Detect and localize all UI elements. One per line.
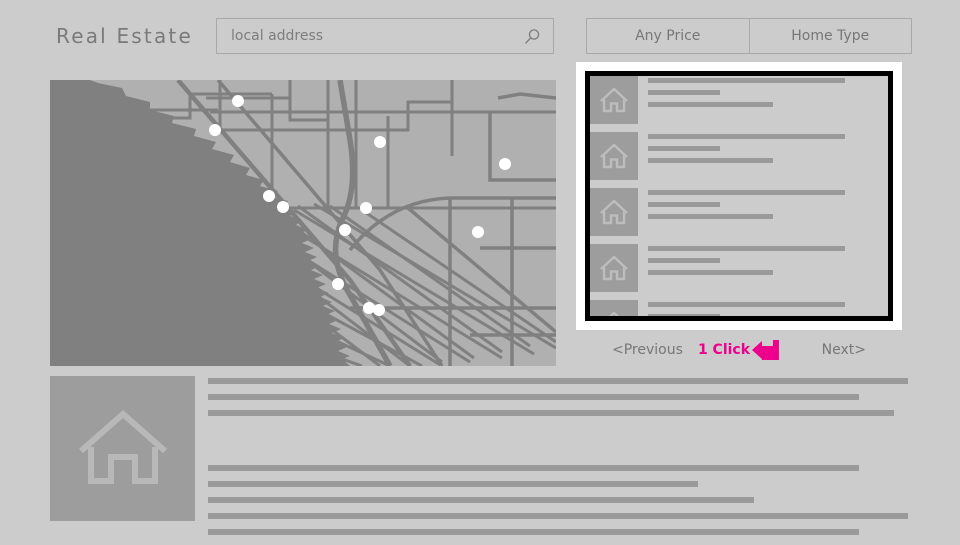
page-title: Real Estate (56, 24, 193, 48)
listing-item[interactable] (590, 188, 888, 244)
detail-text-bar (208, 394, 859, 400)
detail-text-bar (208, 529, 859, 535)
app-root: Real Estate local address Any Price Home… (0, 0, 960, 540)
map-pin (472, 226, 484, 238)
listing-thumbnail (590, 76, 638, 124)
map-pin (363, 302, 375, 314)
listing-text-placeholders (638, 300, 888, 316)
arrow-left-icon (752, 340, 780, 360)
map-view[interactable] (50, 80, 556, 366)
map-pin (277, 201, 289, 213)
listing-text-placeholders (638, 188, 888, 226)
map-pin (360, 202, 372, 214)
listing-text-placeholders (638, 76, 888, 114)
listing-thumbnail (590, 188, 638, 236)
house-icon (600, 199, 628, 225)
listing-item[interactable] (590, 244, 888, 300)
detail-text-placeholders (208, 378, 908, 545)
listing-panel (576, 62, 902, 330)
map-pin (332, 278, 344, 290)
map-pin (339, 224, 351, 236)
map-pin (209, 124, 221, 136)
house-icon (608, 311, 620, 316)
listing-item[interactable] (590, 300, 888, 316)
listing-text-bar (648, 158, 773, 163)
search-placeholder-text: local address (231, 28, 324, 44)
filter-home-type-button[interactable]: Home Type (748, 19, 912, 53)
house-icon (600, 255, 628, 281)
click-annotation-label: 1 Click (697, 342, 751, 358)
click-annotation: 1 Click (698, 340, 780, 360)
listing-text-bar (648, 78, 845, 83)
listing-text-bar (648, 134, 845, 139)
listing-text-placeholders (638, 132, 888, 170)
listing-list[interactable] (590, 76, 888, 316)
search-input[interactable]: local address (216, 18, 554, 54)
house-icon (600, 143, 628, 169)
listing-text-bar (648, 258, 720, 263)
map-pin (499, 158, 511, 170)
listing-thumbnail (590, 244, 638, 292)
listing-thumbnail (590, 132, 638, 180)
listing-panel-border (585, 71, 893, 321)
map-pin (373, 304, 385, 316)
detail-paragraph-gap (208, 426, 908, 465)
detail-text-bar (208, 378, 908, 384)
listing-text-bar (648, 270, 773, 275)
listing-text-bar (648, 190, 845, 195)
map-canvas[interactable] (50, 80, 556, 366)
previous-page-link[interactable]: <Previous (612, 342, 683, 358)
detail-text-bar (208, 481, 698, 487)
map-pin (263, 190, 275, 202)
detail-text-bar (208, 410, 894, 416)
listing-text-bar (648, 246, 845, 251)
listing-text-bar (648, 90, 720, 95)
map-pin (232, 95, 244, 107)
filter-bar: Any Price Home Type (586, 18, 912, 54)
listing-item[interactable] (590, 76, 888, 132)
listing-text-placeholders (638, 244, 888, 282)
listing-text-bar (648, 314, 720, 316)
listing-text-bar (648, 146, 720, 151)
pagination: <Previous 1 Click Next> (576, 338, 902, 362)
detail-paragraph-one (208, 378, 908, 416)
filter-any-price-button[interactable]: Any Price (587, 19, 749, 53)
house-icon (600, 87, 628, 113)
listing-text-bar (648, 214, 773, 219)
detail-text-bar (208, 497, 754, 503)
search-icon[interactable] (523, 28, 541, 46)
map-pin (374, 136, 386, 148)
detail-text-bar (208, 465, 859, 471)
listing-item[interactable] (590, 132, 888, 188)
listing-thumbnail (590, 300, 638, 316)
house-icon (78, 409, 167, 484)
detail-thumbnail[interactable] (50, 376, 195, 521)
listing-text-bar (648, 102, 773, 107)
detail-text-bar (208, 513, 908, 519)
detail-paragraph-two (208, 465, 908, 535)
next-page-link[interactable]: Next> (822, 342, 866, 358)
listing-text-bar (648, 202, 720, 207)
listing-text-bar (648, 302, 845, 307)
